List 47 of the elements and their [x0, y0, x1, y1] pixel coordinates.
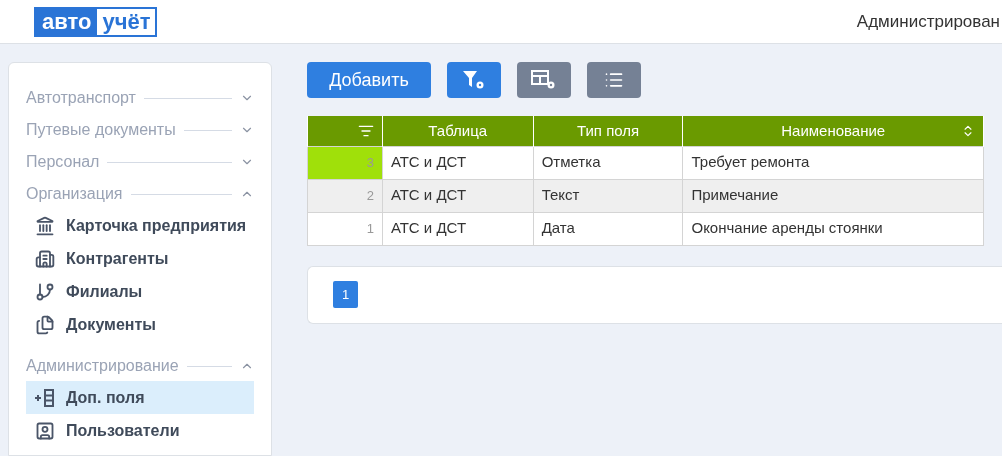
- filter-settings-button[interactable]: [447, 62, 501, 98]
- user-card-icon: [35, 420, 55, 441]
- table-cell: АТС и ДСТ: [382, 212, 534, 245]
- table-cell: Примечание: [682, 179, 984, 212]
- column-header[interactable]: Наименование: [682, 116, 984, 146]
- table-settings-button[interactable]: [517, 62, 571, 98]
- documents-icon: [35, 314, 55, 335]
- table-cell: Текст: [533, 179, 683, 212]
- sidebar-item[interactable]: Доп. поля: [26, 381, 254, 414]
- logo[interactable]: авто учёт: [34, 6, 158, 37]
- bank-icon: [35, 215, 55, 236]
- sidebar-item[interactable]: Филиалы: [26, 275, 254, 308]
- list-icon: [604, 70, 624, 90]
- table-row[interactable]: 3 АТС и ДСТ Отметка Требует ремонта: [307, 146, 984, 179]
- table-cell: АТС и ДСТ: [382, 146, 534, 179]
- section-header[interactable]: Администрирование: [26, 351, 254, 381]
- table-cell: 1: [307, 212, 383, 245]
- add-button[interactable]: Добавить: [307, 62, 431, 98]
- table-cell: Окончание аренды стоянки: [682, 212, 984, 245]
- table-cell: АТС и ДСТ: [382, 179, 534, 212]
- page-button[interactable]: 1: [333, 281, 358, 308]
- branch-icon: [35, 281, 55, 302]
- table-cell: Отметка: [533, 146, 683, 179]
- table-row[interactable]: 1 АТС и ДСТ Дата Окончание аренды стоянки: [307, 212, 984, 245]
- section-header[interactable]: Организация: [26, 179, 254, 209]
- table-cell: 3: [307, 146, 383, 179]
- add-field-icon: [34, 387, 56, 408]
- sidebar-item[interactable]: Документы: [26, 308, 254, 341]
- column-header[interactable]: Таблица: [382, 116, 534, 146]
- sidebar-item[interactable]: Карточка предприятия: [26, 209, 254, 242]
- page-title: Администрирован: [856, 10, 1001, 33]
- table-row[interactable]: 2 АТС и ДСТ Текст Примечание: [307, 179, 984, 212]
- table-cell: 2: [307, 179, 383, 212]
- filter-settings-icon: [462, 70, 486, 90]
- sidebar-item[interactable]: Пользователи: [26, 414, 254, 447]
- section-header[interactable]: Путевые документы: [26, 115, 254, 145]
- section-header[interactable]: Персонал: [26, 147, 254, 177]
- column-header[interactable]: Тип поля: [533, 116, 683, 146]
- list-view-button[interactable]: [587, 62, 641, 98]
- sidebar-item[interactable]: Контрагенты: [26, 242, 254, 275]
- building-icon: [35, 248, 55, 269]
- column-header[interactable]: [307, 116, 383, 146]
- table-cell: Требует ремонта: [682, 146, 984, 179]
- table-cell: Дата: [533, 212, 683, 245]
- section-header[interactable]: Автотранспорт: [26, 83, 254, 113]
- table-settings-icon: [531, 70, 557, 90]
- logo-text: авто: [36, 8, 98, 35]
